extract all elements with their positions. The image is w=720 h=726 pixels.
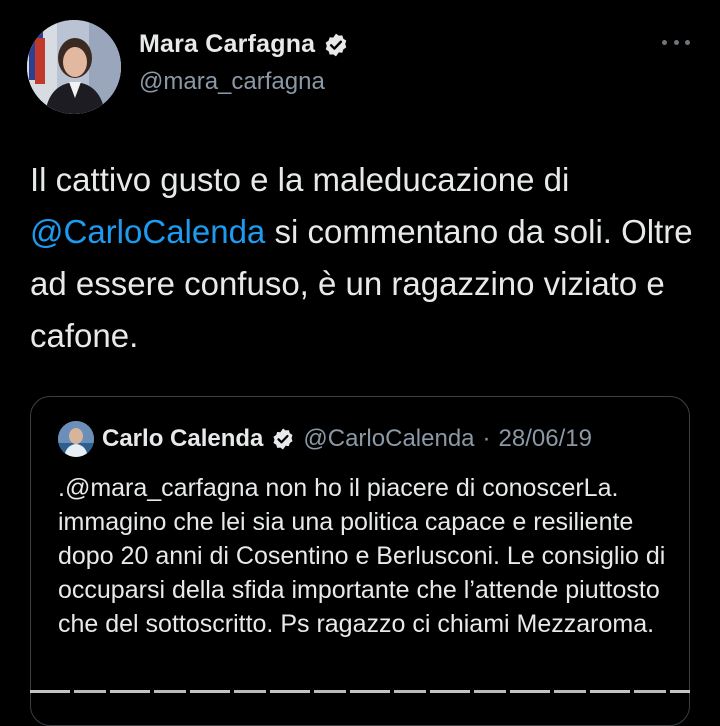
tweet-text: Il cattivo gusto e la maleducazione di @… <box>30 154 700 362</box>
author-name[interactable]: Mara Carfagna <box>139 30 315 59</box>
cropped-content-strip <box>30 690 690 693</box>
quoted-author-avatar-image <box>58 421 94 457</box>
author-handle[interactable]: @mara_carfagna <box>139 68 325 96</box>
author-avatar[interactable] <box>27 20 121 114</box>
quoted-tweet-text: .@mara_carfagna non ho il piacere di con… <box>58 474 666 638</box>
more-dot <box>685 39 690 45</box>
mention-link[interactable]: @CarloCalenda <box>30 213 265 250</box>
quoted-tweet-header: Carlo Calenda @CarloCalenda · 28/06/19 <box>58 421 592 457</box>
quoted-author-avatar[interactable] <box>58 421 94 457</box>
author-name-row[interactable]: Mara Carfagna <box>139 30 349 59</box>
verified-badge-icon <box>323 32 349 58</box>
author-avatar-image <box>27 20 121 114</box>
quoted-tweet-card[interactable]: Carlo Calenda @CarloCalenda · 28/06/19 .… <box>30 396 690 726</box>
more-dot <box>662 39 667 45</box>
quoted-author-handle[interactable]: @CarloCalenda <box>303 425 474 453</box>
quoted-separator: · <box>482 425 491 452</box>
quoted-author-name[interactable]: Carlo Calenda <box>102 425 263 453</box>
tweet-text-start: Il cattivo gusto e la maleducazione di <box>30 161 570 198</box>
quoted-verified-badge-icon <box>271 427 295 451</box>
quoted-date[interactable]: 28/06/19 <box>499 425 592 453</box>
more-dot <box>673 39 679 45</box>
more-options-icon[interactable] <box>662 36 690 48</box>
